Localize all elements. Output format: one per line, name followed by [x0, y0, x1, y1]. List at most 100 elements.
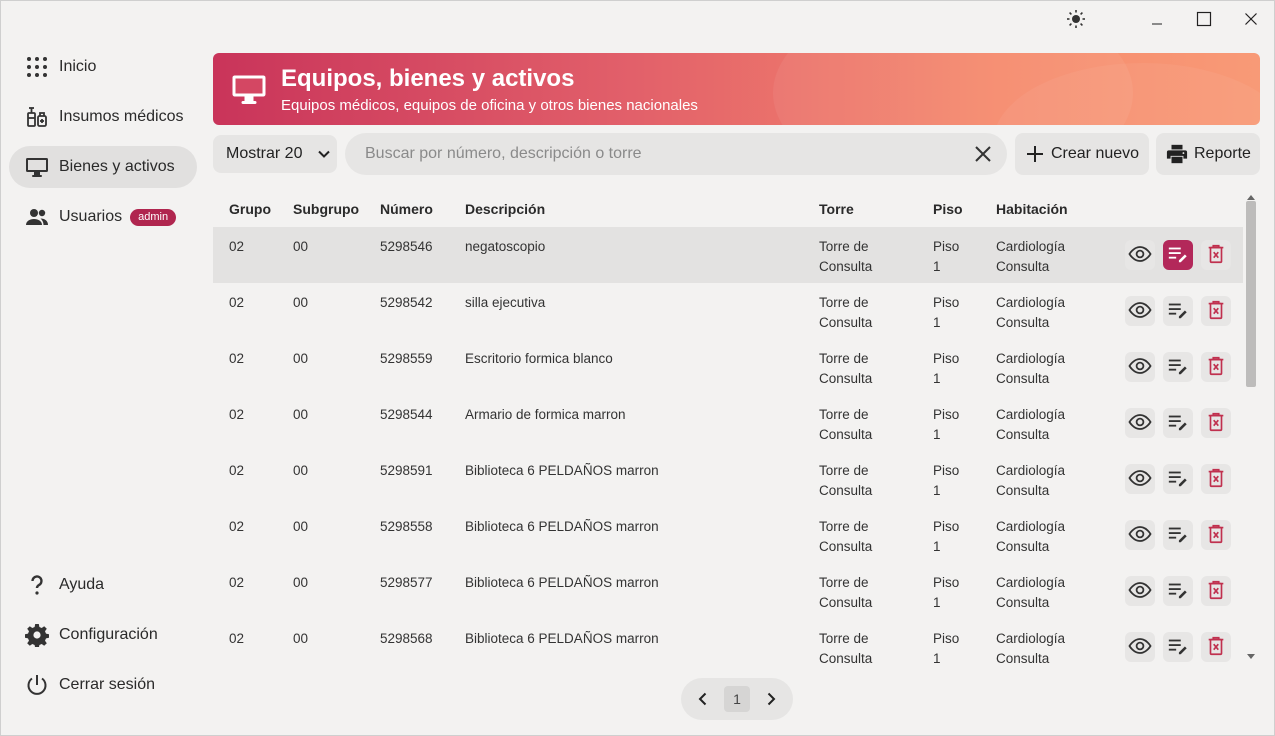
- cell-torre-line2: Consulta: [819, 315, 873, 330]
- cell-habitacion-line2: Consulta: [996, 371, 1050, 386]
- delete-button[interactable]: [1201, 520, 1231, 550]
- page-size-value: Mostrar 20: [226, 145, 303, 162]
- maximize-icon[interactable]: [1191, 7, 1217, 31]
- column-header-habitacion[interactable]: Habitación: [996, 201, 1068, 217]
- column-header-subgrupo[interactable]: Subgrupo: [293, 201, 359, 217]
- view-button[interactable]: [1125, 576, 1155, 606]
- edit-button[interactable]: [1163, 632, 1193, 662]
- cell-habitacion: Cardiología Consulta: [996, 517, 1096, 557]
- delete-button[interactable]: [1201, 464, 1231, 494]
- column-header-descripcion[interactable]: Descripción: [465, 201, 545, 217]
- cell-numero: 5298544: [380, 407, 433, 422]
- column-header-torre[interactable]: Torre: [819, 201, 854, 217]
- table-scrollbar[interactable]: [1245, 187, 1257, 667]
- trash-icon: [1205, 467, 1227, 492]
- delete-button[interactable]: [1201, 632, 1231, 662]
- cell-piso-line2: 1: [933, 427, 941, 442]
- previous-page-icon[interactable]: [695, 691, 711, 707]
- cell-torre: Torre de Consulta: [819, 573, 919, 613]
- scroll-down-icon[interactable]: [1247, 647, 1255, 665]
- cell-piso-line1: Piso: [933, 351, 960, 366]
- cell-habitacion: Cardiología Consulta: [996, 237, 1096, 277]
- sidebar-item-inicio[interactable]: Inicio: [9, 46, 197, 88]
- cell-piso: Piso 1: [933, 573, 959, 613]
- view-button[interactable]: [1125, 296, 1155, 326]
- eye-icon: [1128, 354, 1152, 381]
- view-button[interactable]: [1125, 520, 1155, 550]
- sidebar-item-bienes[interactable]: Bienes y activos: [9, 146, 197, 188]
- sidebar-item-insumos[interactable]: Insumos médicos: [9, 96, 197, 138]
- cell-habitacion-line1: Cardiología: [996, 519, 1066, 534]
- column-header-numero[interactable]: Número: [380, 201, 433, 217]
- delete-button[interactable]: [1201, 296, 1231, 326]
- pagination: 1: [681, 678, 793, 720]
- table-row[interactable]: 02 00 5298559 Escritorio formica blanco Torr…: [213, 339, 1243, 395]
- cell-piso-line2: 1: [933, 371, 941, 386]
- current-page-number[interactable]: 1: [724, 686, 750, 712]
- next-page-icon[interactable]: [763, 691, 779, 707]
- edit-button[interactable]: [1163, 296, 1193, 326]
- cell-numero: 5298558: [380, 519, 433, 534]
- delete-button[interactable]: [1201, 576, 1231, 606]
- table-row[interactable]: 02 00 5298542 silla ejecutiva Torre de Consul…: [213, 283, 1243, 339]
- table-row[interactable]: 02 00 5298591 Biblioteca 6 PELDAÑOS marron T…: [213, 451, 1243, 507]
- search-input[interactable]: [365, 145, 955, 163]
- view-button[interactable]: [1125, 464, 1155, 494]
- edit-button[interactable]: [1163, 520, 1193, 550]
- eye-icon: [1128, 466, 1152, 493]
- page-title: Equipos, bienes y activos: [281, 65, 575, 92]
- clear-search-icon[interactable]: [973, 144, 993, 169]
- table-row[interactable]: 02 00 5298568 Biblioteca 6 PELDAÑOS marron T…: [213, 619, 1243, 669]
- cell-torre-line2: Consulta: [819, 427, 873, 442]
- page-subtitle: Equipos médicos, equipos de oficina y ot…: [281, 97, 698, 114]
- sidebar-item-cerrar-sesion[interactable]: Cerrar sesión: [9, 664, 197, 706]
- delete-button[interactable]: [1201, 352, 1231, 382]
- report-button[interactable]: Reporte: [1156, 133, 1260, 175]
- table-row[interactable]: 02 00 5298544 Armario de formica marron Torr…: [213, 395, 1243, 451]
- sidebar-item-ayuda[interactable]: Ayuda: [9, 564, 197, 606]
- view-button[interactable]: [1125, 240, 1155, 270]
- cell-torre: Torre de Consulta: [819, 293, 919, 333]
- cell-numero: 5298542: [380, 295, 433, 310]
- minimize-icon[interactable]: [1144, 7, 1170, 31]
- search-bar: [345, 133, 1007, 175]
- power-icon: [25, 673, 49, 697]
- edit-button[interactable]: [1163, 352, 1193, 382]
- edit-button[interactable]: [1163, 576, 1193, 606]
- sidebar-item-label: Cerrar sesión: [59, 676, 156, 693]
- table-row[interactable]: 02 00 5298577 Biblioteca 6 PELDAÑOS marron T…: [213, 563, 1243, 619]
- assets-table: Grupo Subgrupo Número Descripción Torre …: [213, 189, 1243, 669]
- sidebar-item-configuracion[interactable]: Configuración: [9, 614, 197, 656]
- eye-icon: [1128, 634, 1152, 661]
- edit-button[interactable]: [1163, 240, 1193, 270]
- column-header-piso[interactable]: Piso: [933, 201, 963, 217]
- view-button[interactable]: [1125, 632, 1155, 662]
- table-row[interactable]: 02 00 5298558 Biblioteca 6 PELDAÑOS marron T…: [213, 507, 1243, 563]
- cell-subgrupo: 00: [293, 519, 309, 534]
- cell-torre: Torre de Consulta: [819, 349, 919, 389]
- page-size-select[interactable]: Mostrar 20: [213, 135, 337, 173]
- trash-icon: [1205, 635, 1227, 660]
- sidebar-item-usuarios[interactable]: Usuarios admin: [9, 196, 197, 238]
- cell-piso: Piso 1: [933, 405, 959, 445]
- cell-subgrupo: 00: [293, 239, 309, 254]
- cell-piso-line2: 1: [933, 539, 941, 554]
- edit-button[interactable]: [1163, 408, 1193, 438]
- delete-button[interactable]: [1201, 240, 1231, 270]
- trash-icon: [1205, 579, 1227, 604]
- cell-piso-line1: Piso: [933, 575, 960, 590]
- delete-button[interactable]: [1201, 408, 1231, 438]
- scrollbar-thumb[interactable]: [1246, 201, 1256, 387]
- view-button[interactable]: [1125, 352, 1155, 382]
- theme-toggle-sun-icon[interactable]: [1063, 7, 1089, 31]
- edit-button[interactable]: [1163, 464, 1193, 494]
- table-row[interactable]: 02 00 5298546 negatoscopio Torre de Consulta P…: [213, 227, 1243, 283]
- create-new-button[interactable]: Crear nuevo: [1015, 133, 1149, 175]
- trash-icon: [1205, 411, 1227, 436]
- view-button[interactable]: [1125, 408, 1155, 438]
- monitor-icon: [231, 71, 267, 107]
- cell-torre: Torre de Consulta: [819, 517, 919, 557]
- column-header-grupo[interactable]: Grupo: [229, 201, 271, 217]
- close-window-icon[interactable]: [1238, 7, 1264, 31]
- table-header: Grupo Subgrupo Número Descripción Torre …: [213, 189, 1243, 227]
